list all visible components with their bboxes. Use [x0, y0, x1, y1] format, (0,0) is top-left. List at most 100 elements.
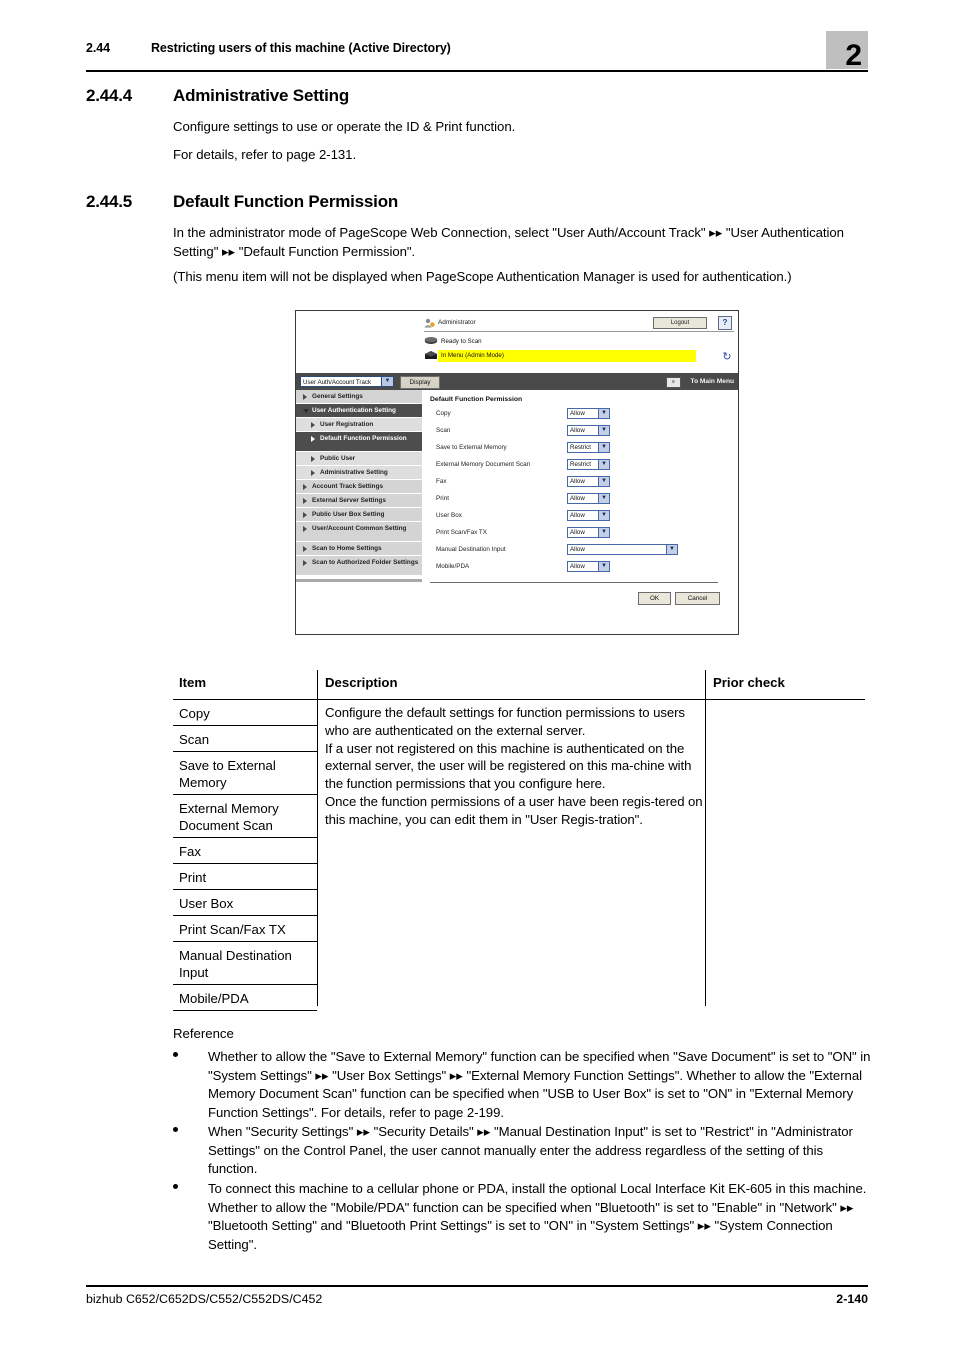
sidebar-item-user-registration[interactable]: User Registration — [296, 418, 422, 432]
sidebar-item-label: User Registration — [320, 421, 374, 428]
sidebar-item-public-user[interactable]: Public User — [296, 452, 422, 466]
table-row: Mobile/PDA — [173, 985, 317, 1011]
permission-select[interactable]: Allow ▼ — [567, 527, 610, 538]
app-sidebar: General Settings User Authentication Set… — [296, 390, 422, 634]
bullet-icon — [173, 1184, 178, 1189]
paragraph-2-44-5-2: (This menu item will not be displayed wh… — [173, 269, 792, 284]
sidebar-item-default-function-permission[interactable]: Default Function Permission — [296, 432, 422, 452]
app-status-ready-text: Ready to Scan — [441, 338, 482, 345]
table-header-prior-check: Prior check — [713, 675, 785, 690]
panel-divider — [430, 582, 718, 583]
chevron-down-icon: ▼ — [598, 426, 609, 435]
chevron-down-icon: ▼ — [381, 377, 393, 386]
page-header: 2.44 Restricting users of this machine (… — [86, 31, 868, 72]
permission-label: External Memory Document Scan — [436, 461, 531, 468]
chevron-down-icon: ▼ — [598, 528, 609, 537]
logout-button[interactable]: Logout — [653, 317, 707, 329]
sidebar-item-user-account-common-setting[interactable]: User/Account Common Setting — [296, 522, 422, 542]
table-row: Copy — [173, 700, 317, 726]
permission-label: Fax — [436, 478, 447, 485]
chevron-right-icon — [303, 526, 307, 532]
table-row: Manual Destination Input — [173, 942, 317, 985]
sidebar-item-account-track-settings[interactable]: Account Track Settings — [296, 480, 422, 494]
table-row: Fax — [173, 838, 317, 864]
app-status-ready-row: Ready to Scan — [424, 336, 724, 349]
refresh-icon[interactable]: ↻ — [721, 351, 733, 363]
permission-label: Print — [436, 495, 449, 502]
table-row: Scan — [173, 726, 317, 752]
table-row: Save to External Memory — [173, 752, 317, 795]
permission-select[interactable]: Allow ▼ — [567, 476, 610, 487]
permission-select[interactable]: Allow ▼ — [567, 561, 610, 572]
chevron-down-icon: ▼ — [598, 562, 609, 571]
permission-label: Print Scan/Fax TX — [436, 529, 487, 536]
header-rule — [86, 70, 868, 72]
permission-select[interactable]: Allow ▼ — [567, 408, 610, 419]
permission-select[interactable]: Allow ▼ — [567, 493, 610, 504]
main-menu-icon: ≡ — [666, 377, 681, 388]
permission-value: Restrict — [570, 461, 591, 468]
permission-value: Allow — [570, 495, 585, 502]
sidebar-item-external-server-settings[interactable]: External Server Settings — [296, 494, 422, 508]
footer-page-number: 2-140 — [836, 1292, 868, 1306]
permission-row: Scan Allow ▼ — [436, 425, 726, 439]
permission-select[interactable]: Restrict ▼ — [567, 459, 610, 470]
section-number-2-44-5: 2.44.5 — [86, 192, 133, 211]
permission-select[interactable]: Restrict ▼ — [567, 442, 610, 453]
sidebar-item-label: Default Function Permission — [320, 435, 407, 442]
sidebar-item-label: Scan to Home Settings — [312, 545, 382, 552]
app-username: Administrator — [438, 319, 476, 326]
permission-row: Copy Allow ▼ — [436, 408, 726, 422]
sidebar-item-label: Account Track Settings — [312, 483, 384, 490]
help-icon[interactable]: ? — [718, 316, 732, 330]
category-select-value: User Auth/Account Track — [303, 379, 372, 386]
sidebar-item-general-settings[interactable]: General Settings — [296, 390, 422, 404]
chevron-right-icon — [311, 422, 315, 428]
table-body: Copy Scan Save to External Memory Extern… — [173, 700, 865, 1011]
sidebar-item-scan-to-home-settings[interactable]: Scan to Home Settings — [296, 542, 422, 556]
menu-box-icon — [425, 351, 437, 359]
sidebar-item-label: External Server Settings — [312, 497, 386, 504]
permission-select[interactable]: Allow ▼ — [567, 510, 610, 521]
reference-text: Whether to allow the "Save to External M… — [208, 1049, 871, 1120]
permission-row: Print Scan/Fax TX Allow ▼ — [436, 527, 726, 541]
sidebar-item-label: General Settings — [312, 393, 363, 400]
chevron-down-icon — [303, 409, 309, 413]
permission-value: Allow — [570, 563, 585, 570]
permission-label: User Box — [436, 512, 462, 519]
chevron-right-icon — [303, 560, 307, 566]
permission-row: User Box Allow ▼ — [436, 510, 726, 524]
chevron-down-icon: ▼ — [598, 460, 609, 469]
app-status-menu-row: In Menu (Admin Mode) — [424, 350, 724, 363]
cancel-button[interactable]: Cancel — [675, 592, 720, 605]
sidebar-item-label: Scan to Authorized Folder Settings — [312, 559, 419, 566]
footer-model: bizhub C652/C652DS/C552/C552DS/C452 — [86, 1292, 323, 1306]
panel-title: Default Function Permission — [430, 396, 523, 403]
chevron-right-icon — [303, 484, 307, 490]
table-description-cell: Configure the default settings for funct… — [325, 705, 703, 827]
table-row: External Memory Document Scan — [173, 795, 317, 838]
footer-rule — [86, 1285, 868, 1287]
sidebar-item-label: User Authentication Setting — [312, 407, 396, 414]
sidebar-item-user-authentication-setting[interactable]: User Authentication Setting — [296, 404, 422, 418]
permission-value: Allow — [570, 529, 585, 536]
permission-label: Scan — [436, 427, 451, 434]
sidebar-footer-divider — [296, 579, 422, 582]
sidebar-item-administrative-setting[interactable]: Administrative Setting — [296, 466, 422, 480]
paragraph-2-44-5-1: In the administrator mode of PageScope W… — [173, 225, 844, 259]
table-row: User Box — [173, 890, 317, 916]
sidebar-item-public-user-box-setting[interactable]: Public User Box Setting — [296, 508, 422, 522]
category-select[interactable]: User Auth/Account Track ▼ — [300, 376, 394, 387]
chevron-down-icon: ▼ — [598, 511, 609, 520]
chevron-right-icon — [303, 498, 307, 504]
app-nav-bar: User Auth/Account Track ▼ Display ≡ To M… — [296, 373, 738, 390]
reference-list-item: When "Security Settings" ▸▸ "Security De… — [173, 1123, 873, 1179]
permission-row: Manual Destination Input Allow ▼ — [436, 544, 726, 558]
ok-button[interactable]: OK — [638, 592, 671, 605]
sidebar-item-scan-to-authorized-folder-settings[interactable]: Scan to Authorized Folder Settings — [296, 556, 422, 576]
to-main-menu-link[interactable]: To Main Menu — [691, 376, 734, 387]
reference-text: To connect this machine to a cellular ph… — [208, 1181, 867, 1252]
permission-select[interactable]: Allow ▼ — [567, 425, 610, 436]
display-button[interactable]: Display — [400, 376, 440, 389]
permission-select[interactable]: Allow ▼ — [567, 544, 678, 555]
